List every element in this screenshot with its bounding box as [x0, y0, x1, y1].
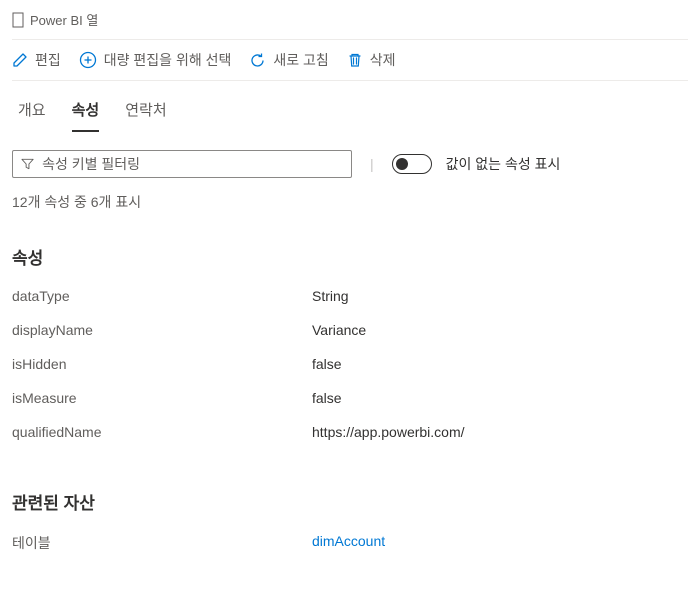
property-row: qualifiedNamehttps://app.powerbi.com/: [12, 415, 688, 449]
toggle-label: 값이 없는 속성 표시: [446, 154, 561, 174]
delete-icon: [347, 52, 363, 68]
edit-icon: [12, 52, 28, 68]
column-icon: [12, 12, 24, 28]
related-section: 관련된 자산 테이블dimAccount: [12, 449, 688, 562]
tab-properties[interactable]: 속성: [72, 99, 100, 132]
property-key: isMeasure: [12, 390, 312, 406]
divider: |: [370, 156, 374, 172]
tabs: 개요 속성 연락처: [12, 81, 688, 132]
related-row: 테이블dimAccount: [12, 524, 688, 562]
related-title: 관련된 자산: [12, 475, 688, 524]
filter-input-wrap[interactable]: [12, 150, 352, 178]
refresh-button[interactable]: 새로 고침: [249, 50, 328, 70]
property-value: https://app.powerbi.com/: [312, 424, 465, 440]
related-key: 테이블: [12, 533, 312, 553]
tab-overview[interactable]: 개요: [18, 99, 46, 132]
property-value: false: [312, 356, 342, 372]
property-value: String: [312, 288, 349, 304]
bulk-select-button[interactable]: 대량 편집을 위해 선택: [79, 50, 232, 70]
filter-icon: [21, 157, 34, 171]
filter-input[interactable]: [42, 156, 343, 172]
refresh-icon: [249, 52, 266, 69]
asset-type-header: Power BI 열: [12, 8, 688, 39]
property-value: false: [312, 390, 342, 406]
related-value[interactable]: dimAccount: [312, 533, 385, 553]
delete-button[interactable]: 삭제: [347, 50, 396, 70]
property-key: isHidden: [12, 356, 312, 372]
show-empty-toggle[interactable]: [392, 154, 432, 174]
property-row: isMeasurefalse: [12, 381, 688, 415]
property-row: displayNameVariance: [12, 313, 688, 347]
edit-button[interactable]: 편집: [12, 50, 61, 70]
toggle-wrap: 값이 없는 속성 표시: [392, 154, 561, 174]
property-key: dataType: [12, 288, 312, 304]
toggle-knob: [396, 158, 408, 170]
property-row: dataTypeString: [12, 279, 688, 313]
property-value: Variance: [312, 322, 366, 338]
toolbar: 편집 대량 편집을 위해 선택 새로 고침 삭제: [12, 39, 688, 81]
filter-row: | 값이 없는 속성 표시: [12, 132, 688, 184]
property-count: 12개 속성 중 6개 표시: [12, 184, 688, 230]
property-key: displayName: [12, 322, 312, 338]
property-row: isHiddenfalse: [12, 347, 688, 381]
tab-contacts[interactable]: 연락처: [125, 99, 166, 132]
add-circle-icon: [79, 51, 97, 69]
properties-title: 속성: [12, 230, 688, 279]
asset-type-label: Power BI 열: [30, 10, 98, 29]
properties-section: 속성 dataTypeStringdisplayNameVarianceisHi…: [12, 230, 688, 449]
property-key: qualifiedName: [12, 424, 312, 440]
